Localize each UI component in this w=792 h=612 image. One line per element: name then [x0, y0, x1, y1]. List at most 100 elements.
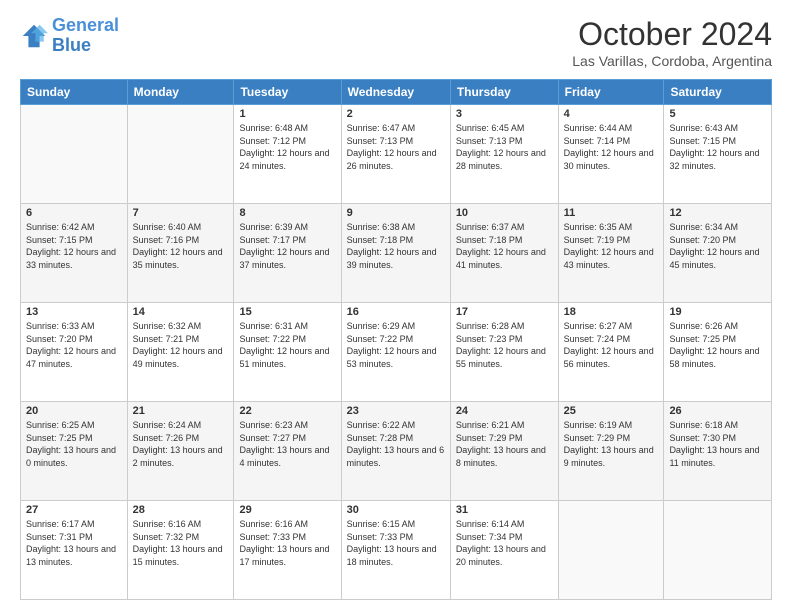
day-number: 15 [239, 306, 335, 318]
calendar-cell: 11 Sunrise: 6:35 AM Sunset: 7:19 PM Dayli… [558, 204, 664, 303]
day-number: 1 [239, 108, 335, 120]
calendar-cell: 23Sunrise: 6:22 AM Sunset: 7:28 PM Dayli… [341, 402, 450, 501]
day-info: Sunrise: 6:44 AM Sunset: 7:14 PM Dayligh… [564, 122, 659, 172]
month-title: October 2024 [572, 16, 772, 53]
day-number: 8 [239, 207, 335, 219]
col-header-wednesday: Wednesday [341, 80, 450, 105]
col-header-thursday: Thursday [450, 80, 558, 105]
day-info: Sunrise: 6:42 AM Sunset: 7:15 PM Dayligh… [26, 221, 122, 271]
calendar: SundayMondayTuesdayWednesdayThursdayFrid… [20, 79, 772, 600]
day-info: Sunrise: 6:17 AM Sunset: 7:31 PM Dayligh… [26, 518, 122, 568]
col-header-saturday: Saturday [664, 80, 772, 105]
location: Las Varillas, Cordoba, Argentina [572, 53, 772, 69]
calendar-cell: 12 Sunrise: 6:34 AM Sunset: 7:20 PM Dayli… [664, 204, 772, 303]
calendar-cell: 6Sunrise: 6:42 AM Sunset: 7:15 PM Daylig… [21, 204, 128, 303]
day-number: 31 [456, 504, 553, 516]
calendar-cell [558, 501, 664, 600]
day-info: Sunrise: 6:29 AM Sunset: 7:22 PM Dayligh… [347, 320, 445, 370]
col-header-sunday: Sunday [21, 80, 128, 105]
day-info: Sunrise: 6:37 AM Sunset: 7:18 PM Dayligh… [456, 221, 553, 271]
calendar-cell: 24 Sunrise: 6:21 AM Sunset: 7:29 PM Dayli… [450, 402, 558, 501]
day-info: Sunrise: 6:31 AM Sunset: 7:22 PM Dayligh… [239, 320, 335, 370]
calendar-week-5: 27 Sunrise: 6:17 AM Sunset: 7:31 PM Dayli… [21, 501, 772, 600]
day-number: 22 [239, 405, 335, 417]
day-number: 3 [456, 108, 553, 120]
day-info: Sunrise: 6:39 AM Sunset: 7:17 PM Dayligh… [239, 221, 335, 271]
day-number: 29 [239, 504, 335, 516]
calendar-cell: 2 Sunrise: 6:47 AM Sunset: 7:13 PM Daylig… [341, 105, 450, 204]
day-info: Sunrise: 6:38 AM Sunset: 7:18 PM Dayligh… [347, 221, 445, 271]
calendar-cell: 17 Sunrise: 6:28 AM Sunset: 7:23 PM Dayli… [450, 303, 558, 402]
calendar-week-1: 1 Sunrise: 6:48 AM Sunset: 7:12 PM Daylig… [21, 105, 772, 204]
calendar-cell: 29 Sunrise: 6:16 AM Sunset: 7:33 PM Dayli… [234, 501, 341, 600]
day-info: Sunrise: 6:28 AM Sunset: 7:23 PM Dayligh… [456, 320, 553, 370]
day-number: 24 [456, 405, 553, 417]
day-number: 7 [133, 207, 229, 219]
calendar-week-3: 13Sunrise: 6:33 AM Sunset: 7:20 PM Dayli… [21, 303, 772, 402]
day-info: Sunrise: 6:16 AM Sunset: 7:33 PM Dayligh… [239, 518, 335, 568]
day-number: 2 [347, 108, 445, 120]
day-info: Sunrise: 6:14 AM Sunset: 7:34 PM Dayligh… [456, 518, 553, 568]
calendar-week-2: 6Sunrise: 6:42 AM Sunset: 7:15 PM Daylig… [21, 204, 772, 303]
calendar-cell [127, 105, 234, 204]
day-info: Sunrise: 6:32 AM Sunset: 7:21 PM Dayligh… [133, 320, 229, 370]
calendar-cell: 13Sunrise: 6:33 AM Sunset: 7:20 PM Dayli… [21, 303, 128, 402]
day-number: 11 [564, 207, 659, 219]
day-info: Sunrise: 6:16 AM Sunset: 7:32 PM Dayligh… [133, 518, 229, 568]
calendar-cell: 3Sunrise: 6:45 AM Sunset: 7:13 PM Daylig… [450, 105, 558, 204]
day-number: 18 [564, 306, 659, 318]
day-number: 10 [456, 207, 553, 219]
calendar-header-row: SundayMondayTuesdayWednesdayThursdayFrid… [21, 80, 772, 105]
day-number: 20 [26, 405, 122, 417]
day-info: Sunrise: 6:15 AM Sunset: 7:33 PM Dayligh… [347, 518, 445, 568]
calendar-cell: 10 Sunrise: 6:37 AM Sunset: 7:18 PM Dayli… [450, 204, 558, 303]
calendar-cell [664, 501, 772, 600]
day-info: Sunrise: 6:47 AM Sunset: 7:13 PM Dayligh… [347, 122, 445, 172]
logo-text: General Blue [52, 16, 119, 56]
calendar-cell: 22 Sunrise: 6:23 AM Sunset: 7:27 PM Dayli… [234, 402, 341, 501]
day-number: 17 [456, 306, 553, 318]
calendar-cell: 1 Sunrise: 6:48 AM Sunset: 7:12 PM Daylig… [234, 105, 341, 204]
day-info: Sunrise: 6:33 AM Sunset: 7:20 PM Dayligh… [26, 320, 122, 370]
calendar-cell: 20Sunrise: 6:25 AM Sunset: 7:25 PM Dayli… [21, 402, 128, 501]
day-number: 19 [669, 306, 766, 318]
day-info: Sunrise: 6:21 AM Sunset: 7:29 PM Dayligh… [456, 419, 553, 469]
day-info: Sunrise: 6:19 AM Sunset: 7:29 PM Dayligh… [564, 419, 659, 469]
day-info: Sunrise: 6:43 AM Sunset: 7:15 PM Dayligh… [669, 122, 766, 172]
calendar-cell: 15 Sunrise: 6:31 AM Sunset: 7:22 PM Dayli… [234, 303, 341, 402]
calendar-cell: 16 Sunrise: 6:29 AM Sunset: 7:22 PM Dayli… [341, 303, 450, 402]
calendar-cell: 27 Sunrise: 6:17 AM Sunset: 7:31 PM Dayli… [21, 501, 128, 600]
day-number: 16 [347, 306, 445, 318]
title-block: October 2024 Las Varillas, Cordoba, Arge… [572, 16, 772, 69]
day-info: Sunrise: 6:34 AM Sunset: 7:20 PM Dayligh… [669, 221, 766, 271]
day-number: 21 [133, 405, 229, 417]
day-number: 30 [347, 504, 445, 516]
day-number: 4 [564, 108, 659, 120]
calendar-cell: 18 Sunrise: 6:27 AM Sunset: 7:24 PM Dayli… [558, 303, 664, 402]
day-info: Sunrise: 6:27 AM Sunset: 7:24 PM Dayligh… [564, 320, 659, 370]
calendar-cell: 30 Sunrise: 6:15 AM Sunset: 7:33 PM Dayli… [341, 501, 450, 600]
logo: General Blue [20, 16, 119, 56]
day-info: Sunrise: 6:35 AM Sunset: 7:19 PM Dayligh… [564, 221, 659, 271]
day-number: 12 [669, 207, 766, 219]
day-number: 14 [133, 306, 229, 318]
calendar-cell: 21 Sunrise: 6:24 AM Sunset: 7:26 PM Dayli… [127, 402, 234, 501]
calendar-cell: 14 Sunrise: 6:32 AM Sunset: 7:21 PM Dayli… [127, 303, 234, 402]
day-number: 23 [347, 405, 445, 417]
calendar-cell: 5 Sunrise: 6:43 AM Sunset: 7:15 PM Daylig… [664, 105, 772, 204]
day-number: 26 [669, 405, 766, 417]
calendar-cell: 31 Sunrise: 6:14 AM Sunset: 7:34 PM Dayli… [450, 501, 558, 600]
day-number: 5 [669, 108, 766, 120]
calendar-cell: 4 Sunrise: 6:44 AM Sunset: 7:14 PM Daylig… [558, 105, 664, 204]
calendar-cell: 26Sunrise: 6:18 AM Sunset: 7:30 PM Dayli… [664, 402, 772, 501]
day-number: 27 [26, 504, 122, 516]
day-info: Sunrise: 6:24 AM Sunset: 7:26 PM Dayligh… [133, 419, 229, 469]
page: General Blue October 2024 Las Varillas, … [0, 0, 792, 612]
calendar-cell: 19Sunrise: 6:26 AM Sunset: 7:25 PM Dayli… [664, 303, 772, 402]
day-number: 28 [133, 504, 229, 516]
header: General Blue October 2024 Las Varillas, … [20, 16, 772, 69]
day-info: Sunrise: 6:48 AM Sunset: 7:12 PM Dayligh… [239, 122, 335, 172]
day-info: Sunrise: 6:23 AM Sunset: 7:27 PM Dayligh… [239, 419, 335, 469]
calendar-cell: 25Sunrise: 6:19 AM Sunset: 7:29 PM Dayli… [558, 402, 664, 501]
calendar-cell: 7Sunrise: 6:40 AM Sunset: 7:16 PM Daylig… [127, 204, 234, 303]
